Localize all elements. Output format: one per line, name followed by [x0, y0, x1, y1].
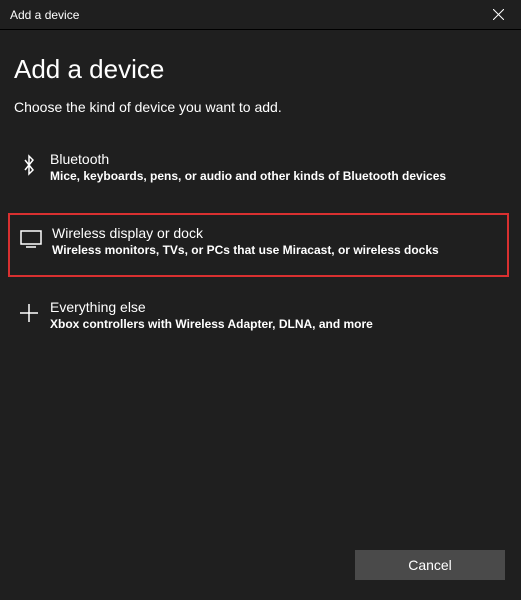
- page-title: Add a device: [14, 54, 507, 85]
- bluetooth-icon: [14, 153, 44, 177]
- content: Add a device Choose the kind of device y…: [0, 30, 521, 343]
- option-title: Wireless display or dock: [52, 225, 501, 241]
- option-desc: Xbox controllers with Wireless Adapter, …: [50, 317, 501, 331]
- option-text: Everything else Xbox controllers with Wi…: [50, 299, 501, 331]
- option-text: Bluetooth Mice, keyboards, pens, or audi…: [50, 151, 501, 183]
- plus-icon: [14, 301, 44, 325]
- option-desc: Mice, keyboards, pens, or audio and othe…: [50, 169, 501, 183]
- option-everything-else[interactable]: Everything else Xbox controllers with Wi…: [14, 291, 507, 343]
- footer: Cancel: [355, 550, 505, 580]
- option-title: Everything else: [50, 299, 501, 315]
- option-text: Wireless display or dock Wireless monito…: [52, 225, 501, 257]
- titlebar: Add a device: [0, 0, 521, 30]
- option-bluetooth[interactable]: Bluetooth Mice, keyboards, pens, or audi…: [14, 143, 507, 195]
- close-button[interactable]: [483, 0, 513, 30]
- option-wireless-display[interactable]: Wireless display or dock Wireless monito…: [8, 213, 509, 277]
- cancel-button[interactable]: Cancel: [355, 550, 505, 580]
- page-subtitle: Choose the kind of device you want to ad…: [14, 99, 507, 115]
- close-icon: [493, 9, 504, 20]
- titlebar-title: Add a device: [10, 8, 79, 22]
- monitor-icon: [16, 227, 46, 251]
- option-desc: Wireless monitors, TVs, or PCs that use …: [52, 243, 501, 257]
- option-title: Bluetooth: [50, 151, 501, 167]
